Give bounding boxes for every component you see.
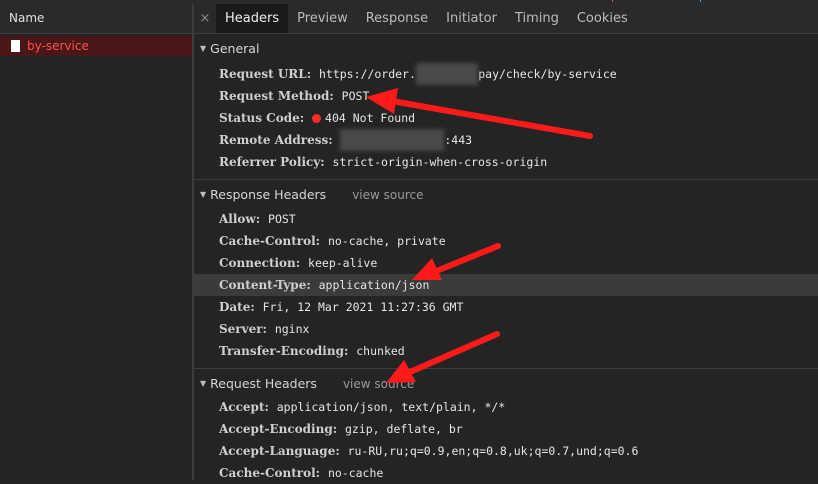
header-value: no-cache, private [327, 234, 446, 248]
header-row: Accept-Encoding: gzip, deflate, br [194, 418, 818, 440]
tab-preview[interactable]: Preview [288, 4, 357, 33]
response-headers-title: Response Headers [210, 187, 327, 202]
header-key: Accept: [219, 400, 269, 414]
header-row: Cache-Control: no-cache [194, 462, 818, 484]
remote-address-row: Remote Address: xxx.xxx.xxx.xxx:443 [194, 129, 818, 151]
header-key: Cache-Control: [219, 466, 321, 480]
header-row: Accept-Language: ru-RU,ru;q=0.9,en;q=0.8… [194, 440, 818, 462]
header-value: chunked [356, 344, 405, 358]
header-value: application/json, text/plain, */* [276, 400, 506, 414]
remote-address-port: :443 [444, 133, 473, 147]
header-value: nginx [274, 322, 310, 336]
request-headers-section-header[interactable]: ▼ Request Headers view source [194, 373, 818, 395]
header-key: Connection: [219, 256, 301, 270]
header-row: Allow: POST [194, 208, 818, 230]
redacted-domain: xxxxxxxxx [415, 63, 479, 85]
header-row: Transfer-Encoding: chunked [194, 340, 818, 362]
close-icon[interactable]: × [194, 11, 216, 26]
tab-headers[interactable]: Headers [216, 4, 289, 33]
tab-response[interactable]: Response [357, 4, 437, 33]
expand-triangle-icon: ▼ [200, 44, 207, 53]
redacted-ip: xxx.xxx.xxx.xxx [340, 129, 445, 151]
header-row-highlighted: Content-Type: application/json [194, 274, 818, 296]
referrer-policy-value: strict-origin-when-cross-origin [332, 155, 548, 169]
request-url-value[interactable]: https://order.xxxxxxxxxpay/check/by-serv… [318, 63, 617, 85]
remote-address-value: xxx.xxx.xxx.xxx:443 [340, 129, 473, 151]
header-key: Content-Type: [219, 278, 311, 292]
expand-triangle-icon: ▼ [200, 379, 207, 388]
header-row: Connection: keep-alive [194, 252, 818, 274]
header-value: gzip, deflate, br [344, 422, 463, 436]
status-code-key: Status Code: [219, 111, 305, 125]
timeline-marker [612, 0, 613, 2]
request-details-pane: × Headers Preview Response Initiator Tim… [194, 4, 818, 480]
request-name: by-service [27, 39, 89, 53]
header-row: Accept: application/json, text/plain, */… [194, 396, 818, 418]
header-key: Cache-Control: [219, 234, 321, 248]
timeline-marker [700, 0, 701, 2]
header-value: application/json [318, 278, 430, 292]
tab-timing[interactable]: Timing [506, 4, 568, 33]
request-headers-title: Request Headers [210, 376, 317, 391]
header-key: Transfer-Encoding: [219, 344, 349, 358]
referrer-policy-key: Referrer Policy: [219, 155, 325, 169]
status-code-text: 404 Not Found [325, 111, 416, 125]
request-row[interactable]: by-service [0, 36, 192, 56]
header-row: Date: Fri, 12 Mar 2021 11:27:36 GMT [194, 296, 818, 318]
header-key: Accept-Encoding: [219, 422, 338, 436]
document-icon [11, 40, 20, 52]
request-method-row: Request Method: POST [194, 85, 818, 107]
section-divider [194, 368, 818, 369]
expand-triangle-icon: ▼ [200, 190, 207, 199]
request-url-prefix: https://order. [318, 67, 416, 81]
header-value: POST [268, 212, 296, 226]
section-divider [194, 179, 818, 180]
view-source-link[interactable]: view source [352, 184, 423, 206]
request-url-suffix: pay/check/by-service [478, 67, 617, 81]
response-headers-section-header[interactable]: ▼ Response Headers view source [194, 184, 818, 206]
status-code-row: Status Code: 404 Not Found [194, 107, 818, 129]
header-value: keep-alive [308, 256, 378, 270]
general-section-header[interactable]: ▼ General [194, 38, 818, 60]
request-method-key: Request Method: [219, 89, 334, 103]
tab-cookies[interactable]: Cookies [568, 4, 637, 33]
header-row: Cache-Control: no-cache, private [194, 230, 818, 252]
header-row: Server: nginx [194, 318, 818, 340]
header-value: Fri, 12 Mar 2021 11:27:36 GMT [262, 300, 464, 314]
header-key: Accept-Language: [219, 444, 340, 458]
name-column-header[interactable]: Name [0, 4, 192, 34]
request-method-value: POST [341, 89, 370, 103]
tab-initiator[interactable]: Initiator [437, 4, 506, 33]
request-url-key: Request URL: [219, 67, 312, 81]
referrer-policy-row: Referrer Policy: strict-origin-when-cros… [194, 151, 818, 173]
header-key: Server: [219, 322, 267, 336]
remote-address-key: Remote Address: [219, 133, 333, 147]
status-code-value: 404 Not Found [312, 111, 415, 125]
details-tabbar: × Headers Preview Response Initiator Tim… [194, 4, 818, 34]
error-status-icon [312, 114, 322, 123]
header-value: ru-RU,ru;q=0.9,en;q=0.8,uk;q=0.7,und;q=0… [347, 444, 639, 458]
view-source-link[interactable]: view source [343, 373, 414, 395]
request-url-row: Request URL: https://order.xxxxxxxxxpay/… [194, 63, 818, 85]
request-list-pane: Name by-service [0, 4, 193, 480]
general-title: General [210, 41, 260, 56]
header-key: Allow: [219, 212, 261, 226]
header-key: Date: [219, 300, 255, 314]
header-value: no-cache [327, 466, 384, 480]
